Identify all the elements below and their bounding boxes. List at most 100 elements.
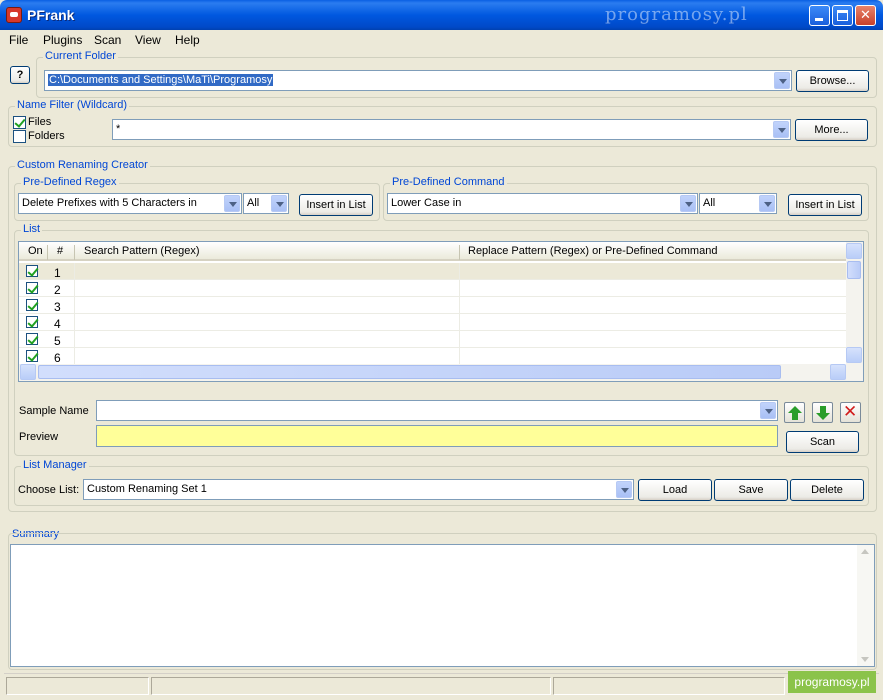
row-enabled-checkbox[interactable] xyxy=(26,333,38,345)
maximize-icon xyxy=(837,10,848,21)
current-folder-combo[interactable]: C:\Documents and Settings\MaTi\Programos… xyxy=(44,70,792,91)
scroll-up-icon[interactable] xyxy=(861,549,869,554)
load-button[interactable]: Load xyxy=(638,479,712,501)
choose-list-combo[interactable]: Custom Renaming Set 1 xyxy=(83,479,634,500)
menu-view[interactable]: View xyxy=(135,33,161,47)
choose-list-label: Choose List: xyxy=(18,484,80,496)
rename-rules-table[interactable]: On # Search Pattern (Regex) Replace Patt… xyxy=(18,241,864,382)
column-number[interactable]: # xyxy=(57,245,63,257)
watermark-badge: programosy.pl xyxy=(788,671,876,693)
horizontal-scroll-thumb[interactable] xyxy=(38,365,781,379)
command-select-value: Lower Case in xyxy=(391,197,462,209)
status-pane xyxy=(151,677,551,695)
table-row[interactable]: 4 xyxy=(19,314,847,331)
minimize-icon xyxy=(815,18,823,21)
menu-scan[interactable]: Scan xyxy=(94,33,121,47)
arrow-up-icon xyxy=(788,406,802,413)
save-button[interactable]: Save xyxy=(714,479,788,501)
maximize-button[interactable] xyxy=(832,5,853,26)
renaming-creator-label: Custom Renaming Creator xyxy=(15,159,150,171)
table-row[interactable]: 2 xyxy=(19,280,847,297)
row-enabled-checkbox[interactable] xyxy=(26,265,38,277)
scroll-down-icon[interactable] xyxy=(846,347,862,363)
browse-button[interactable]: Browse... xyxy=(796,70,869,92)
table-row[interactable]: 1 xyxy=(19,263,847,280)
files-checkbox[interactable] xyxy=(13,116,26,129)
current-folder-path: C:\Documents and Settings\MaTi\Programos… xyxy=(48,74,274,86)
app-icon xyxy=(6,7,22,23)
scan-button[interactable]: Scan xyxy=(786,431,859,453)
sample-name-combo[interactable] xyxy=(96,400,778,421)
row-enabled-checkbox[interactable] xyxy=(26,282,38,294)
chevron-down-icon[interactable] xyxy=(224,195,240,212)
table-row[interactable]: 3 xyxy=(19,297,847,314)
list-manager-label: List Manager xyxy=(21,459,89,471)
row-enabled-checkbox[interactable] xyxy=(26,299,38,311)
command-select[interactable]: Lower Case in xyxy=(387,193,698,214)
chevron-down-icon[interactable] xyxy=(616,481,632,498)
table-header: On # Search Pattern (Regex) Replace Patt… xyxy=(19,242,847,261)
move-up-button[interactable] xyxy=(784,402,805,423)
preview-label: Preview xyxy=(19,431,59,443)
minimize-button[interactable] xyxy=(809,5,830,26)
row-enabled-checkbox[interactable] xyxy=(26,350,38,362)
choose-list-value: Custom Renaming Set 1 xyxy=(87,483,207,495)
list-label: List xyxy=(21,223,43,235)
help-button[interactable]: ? xyxy=(10,66,30,84)
summary-scrollbar[interactable] xyxy=(857,545,874,666)
column-on[interactable]: On xyxy=(28,245,43,257)
scroll-right-icon[interactable] xyxy=(830,364,846,380)
menu-help[interactable]: Help xyxy=(175,33,200,47)
name-filter-combo[interactable]: * xyxy=(112,119,791,140)
vertical-scroll-thumb[interactable] xyxy=(847,261,861,279)
horizontal-scrollbar[interactable] xyxy=(19,364,863,381)
delete-row-button[interactable]: ✕ xyxy=(840,402,861,423)
sample-name-label: Sample Name xyxy=(19,405,89,417)
menu-bar: File Plugins Scan View Help xyxy=(0,30,883,49)
row-number: 2 xyxy=(54,283,61,297)
close-button[interactable]: ✕ xyxy=(855,5,876,26)
folders-label: Folders xyxy=(28,130,65,142)
scroll-left-icon[interactable] xyxy=(20,364,36,380)
window-title: PFrank xyxy=(27,7,75,23)
row-number: 3 xyxy=(54,300,61,314)
menu-file[interactable]: File xyxy=(9,33,28,47)
vertical-scrollbar[interactable] xyxy=(846,242,863,364)
row-number: 5 xyxy=(54,334,61,348)
status-pane xyxy=(6,677,149,695)
chevron-down-icon[interactable] xyxy=(773,121,789,138)
command-scope-select[interactable]: All xyxy=(699,193,777,214)
regex-scope-select[interactable]: All xyxy=(243,193,289,214)
table-row[interactable]: 6 xyxy=(19,348,847,365)
watermark: programosy.pl xyxy=(605,4,748,25)
command-insert-button[interactable]: Insert in List xyxy=(788,194,862,216)
files-label: Files xyxy=(28,116,52,128)
summary-textarea[interactable] xyxy=(10,544,875,667)
chevron-down-icon[interactable] xyxy=(759,195,775,212)
table-row[interactable]: 5 xyxy=(19,331,847,348)
column-replace-pattern[interactable]: Replace Pattern (Regex) or Pre-Defined C… xyxy=(468,245,717,257)
arrow-down-icon xyxy=(816,413,830,420)
folders-checkbox[interactable] xyxy=(13,130,26,143)
status-pane xyxy=(553,677,785,695)
regex-scope-value: All xyxy=(247,197,260,209)
row-enabled-checkbox[interactable] xyxy=(26,316,38,328)
row-number: 6 xyxy=(54,351,61,365)
more-button[interactable]: More... xyxy=(795,119,868,141)
delete-button[interactable]: Delete xyxy=(790,479,864,501)
name-filter-label: Name Filter (Wildcard) xyxy=(15,99,130,111)
move-down-button[interactable] xyxy=(812,402,833,423)
menu-plugins[interactable]: Plugins xyxy=(43,33,82,47)
close-icon: ✕ xyxy=(860,8,871,23)
chevron-down-icon[interactable] xyxy=(680,195,696,212)
scroll-down-icon[interactable] xyxy=(861,657,869,662)
chevron-down-icon[interactable] xyxy=(774,72,790,89)
delete-icon: ✕ xyxy=(843,402,858,422)
scroll-up-icon[interactable] xyxy=(846,243,862,259)
chevron-down-icon[interactable] xyxy=(271,195,287,212)
chevron-down-icon[interactable] xyxy=(760,402,776,419)
regex-insert-button[interactable]: Insert in List xyxy=(299,194,373,216)
current-folder-label: Current Folder xyxy=(43,50,118,62)
column-search-pattern[interactable]: Search Pattern (Regex) xyxy=(84,245,200,257)
regex-select[interactable]: Delete Prefixes with 5 Characters in xyxy=(18,193,242,214)
